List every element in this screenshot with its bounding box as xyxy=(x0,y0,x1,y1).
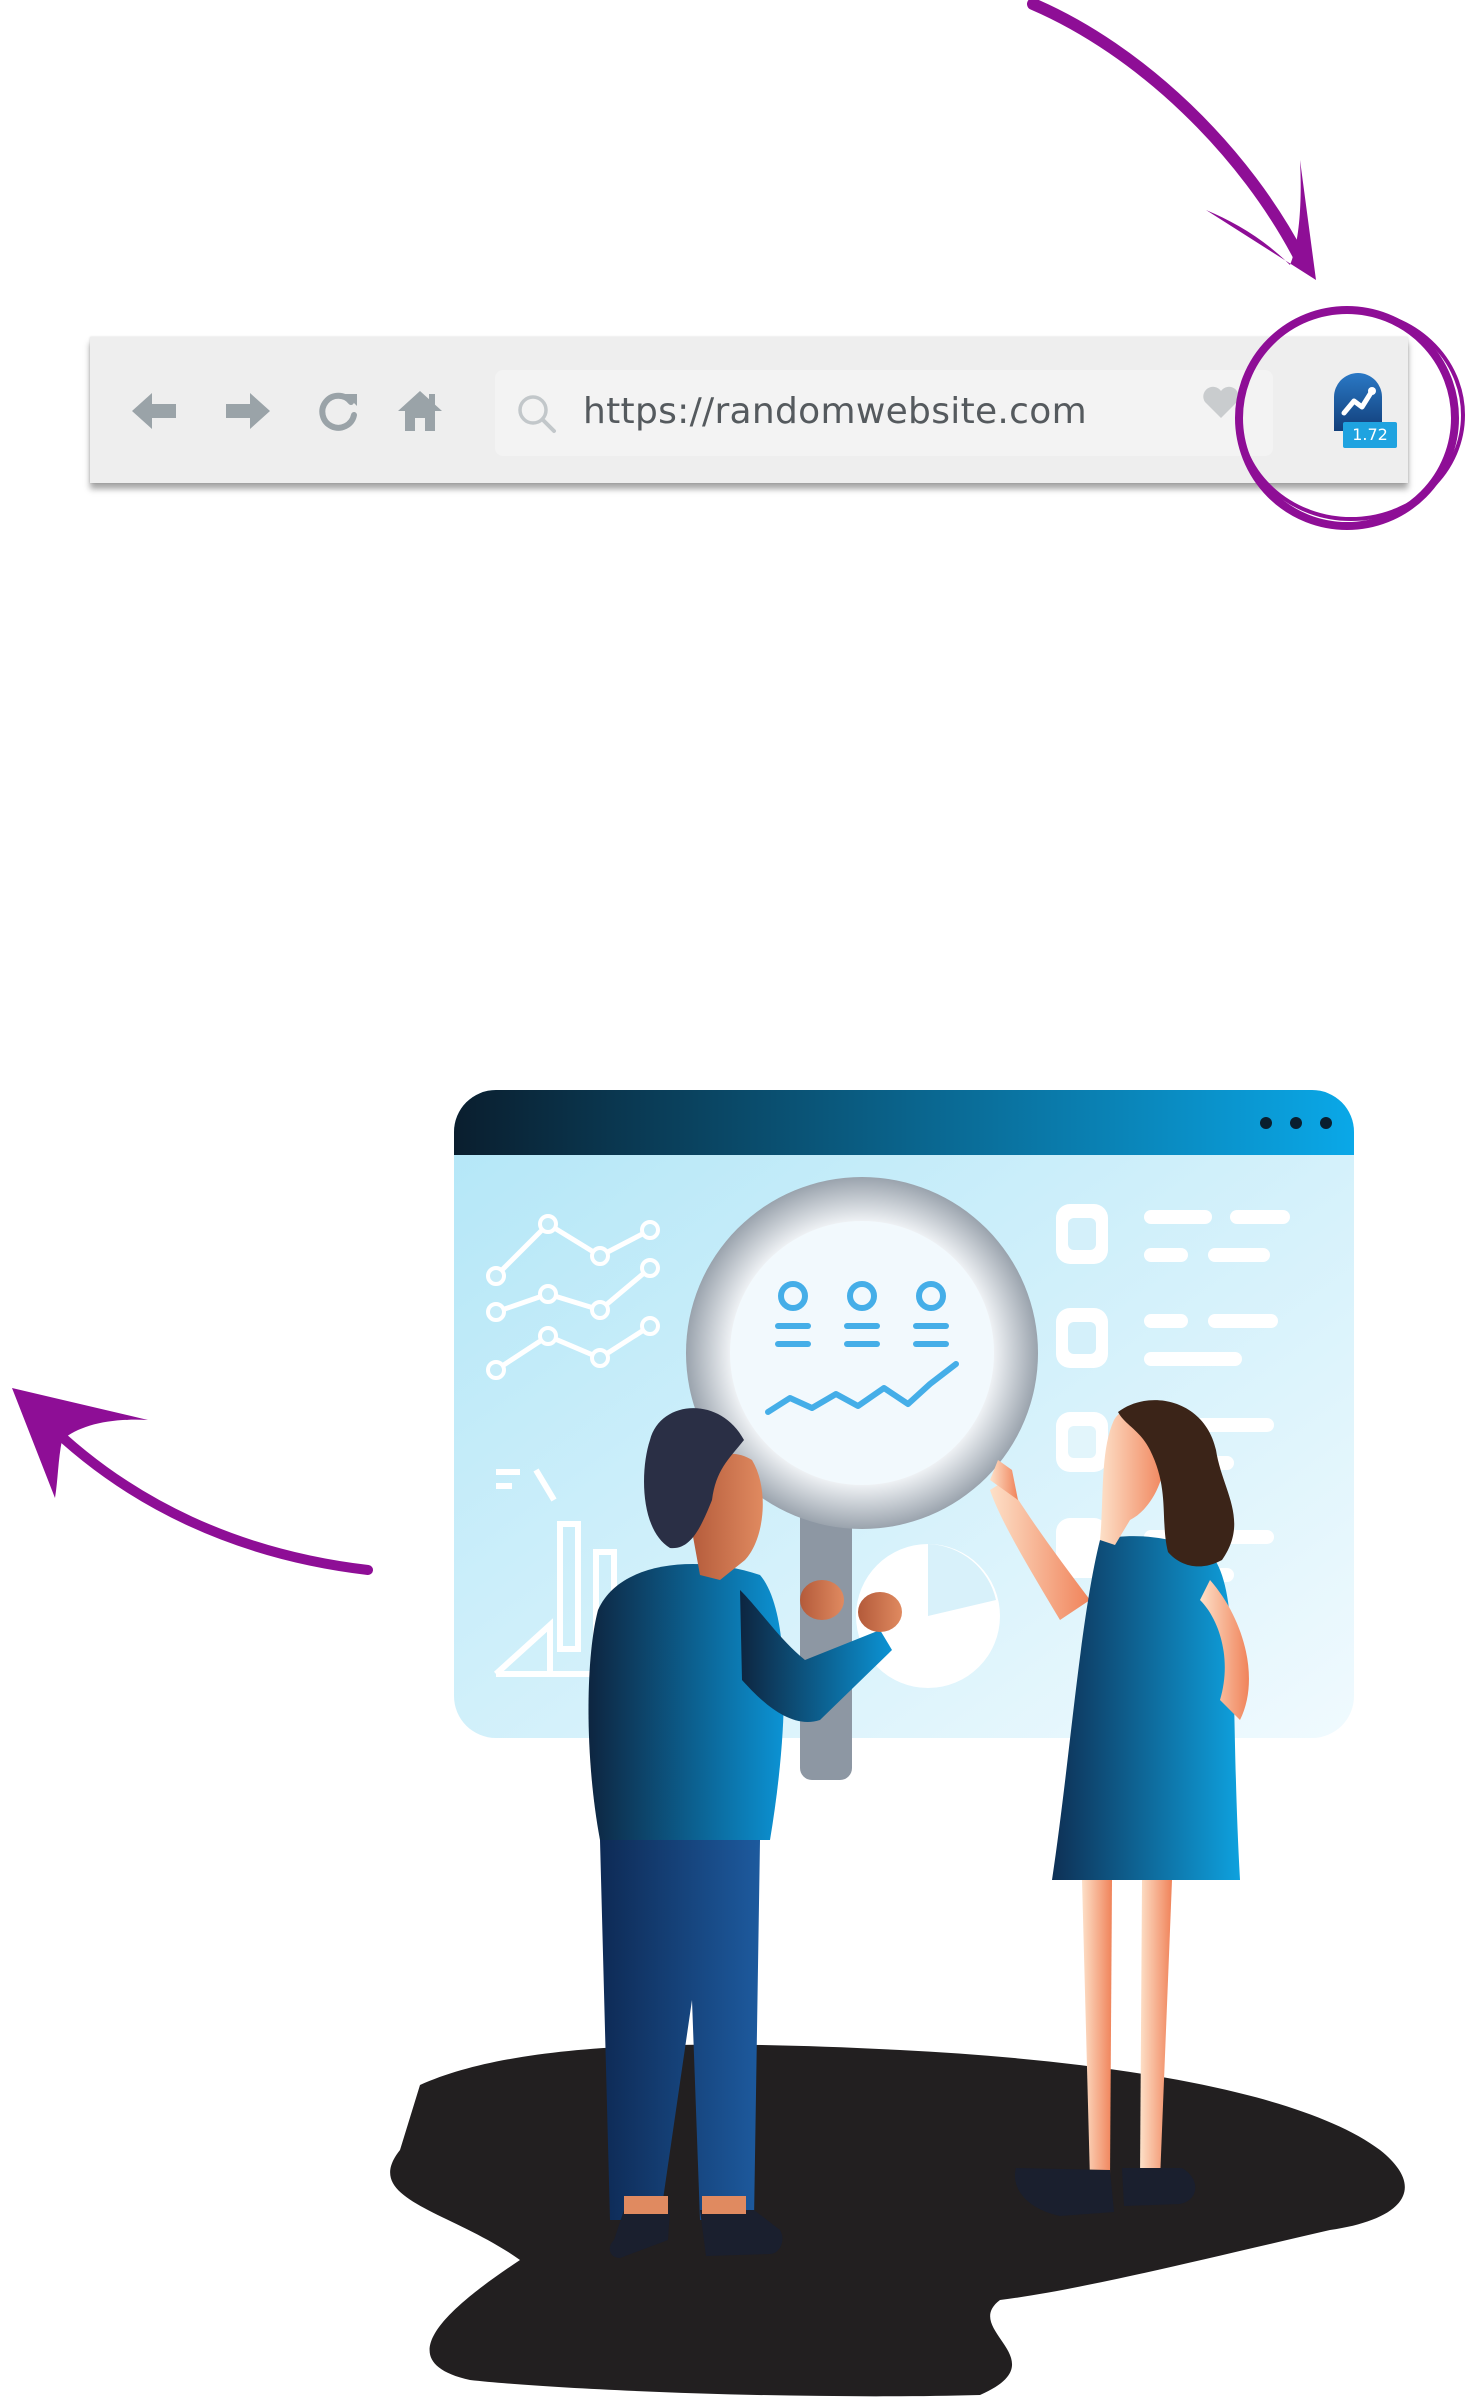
annotation-arrow-left xyxy=(12,1388,373,1575)
floor-shadow xyxy=(390,2044,1405,2397)
illustration-layer xyxy=(12,0,1465,2397)
annotation-arrow-top xyxy=(1027,0,1316,280)
page: https://randomwebsite.com 1.72 xyxy=(0,0,1467,2406)
annotation-circle xyxy=(1235,306,1465,530)
